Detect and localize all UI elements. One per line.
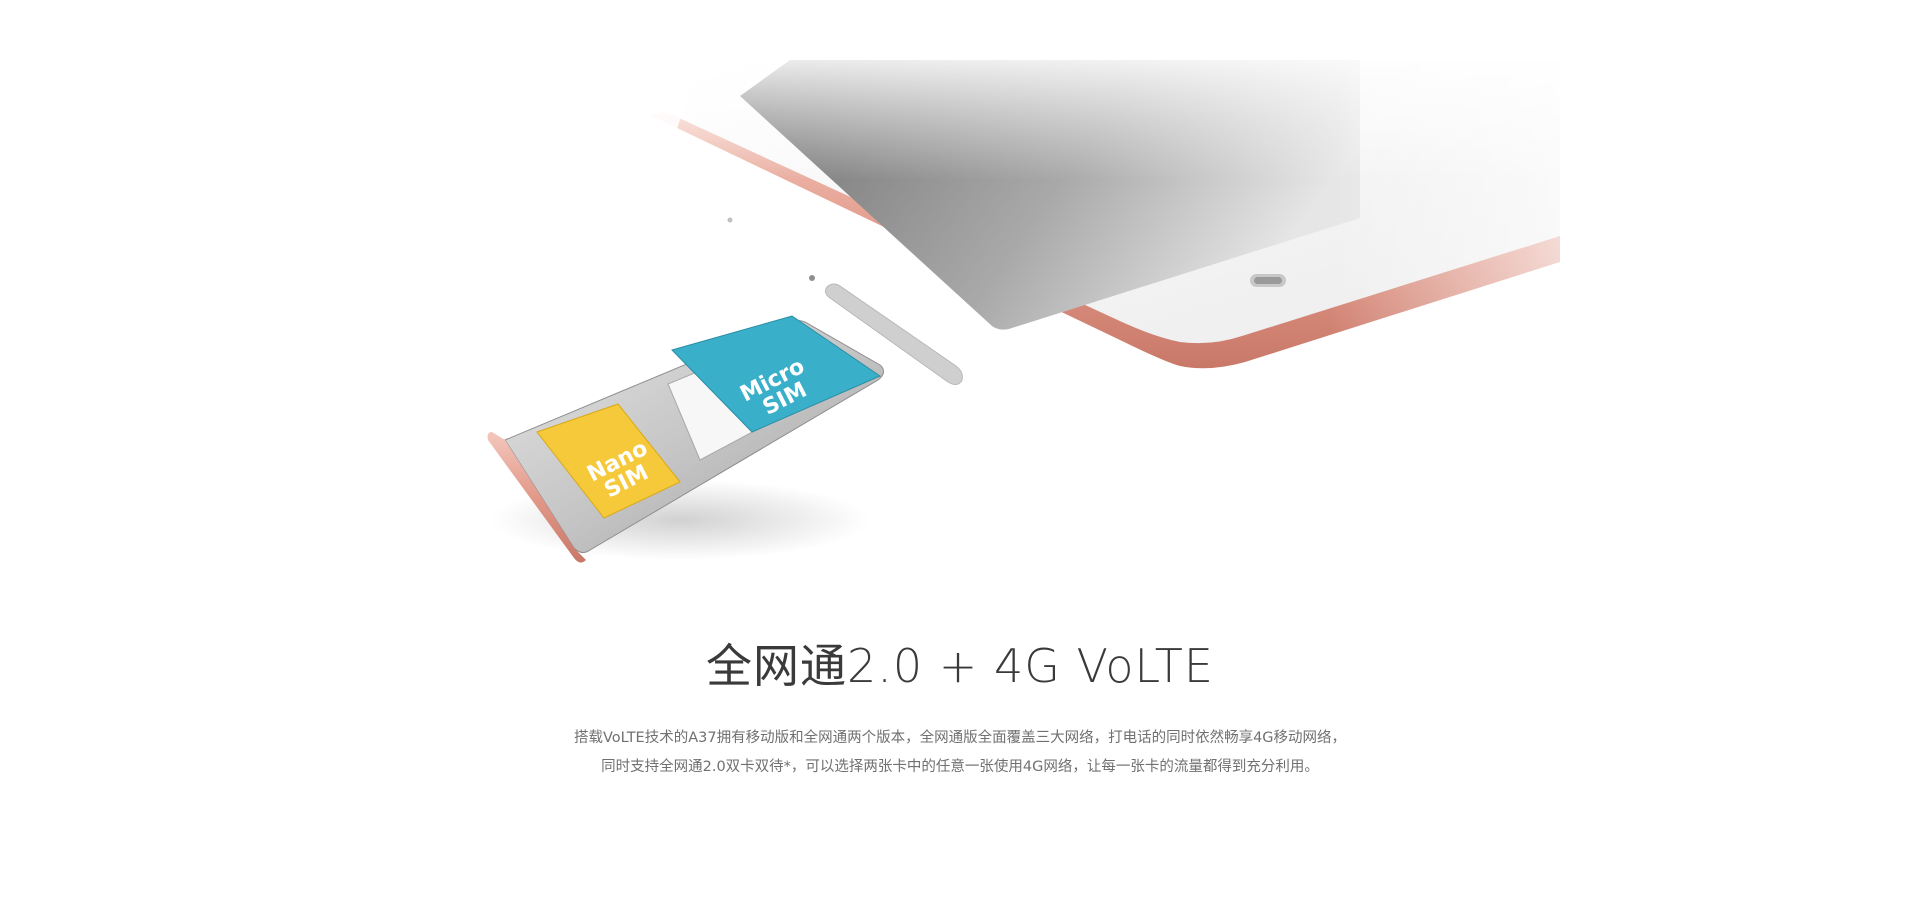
product-feature-section: Nano SIM Micro SIM 全网通2.0 + 4G VoLTE 搭载V… [0, 0, 1920, 899]
feature-description-line-2: 同时支持全网通2.0双卡双待*，可以选择两张卡中的任意一张使用4G网络，让每一张… [601, 759, 1319, 775]
feature-title: 全网通2.0 + 4G VoLTE [706, 639, 1214, 693]
sim-tray-image: Nano SIM Micro SIM [487, 315, 884, 563]
feature-description: 搭载VoLTE技术的A37拥有移动版和全网通两个版本，全网通版全面覆盖三大网络，… [0, 724, 1920, 782]
feature-description-line-1: 搭载VoLTE技术的A37拥有移动版和全网通两个版本，全网通版全面覆盖三大网络，… [573, 730, 1347, 746]
hero-illustration: Nano SIM Micro SIM [487, 40, 1690, 563]
